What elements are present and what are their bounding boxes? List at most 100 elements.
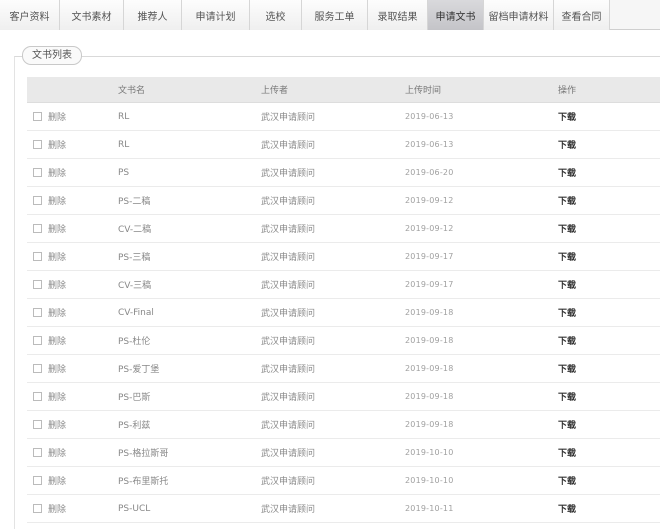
document-name: CV-三稿 <box>118 281 152 291</box>
upload-time: 2019-06-13 <box>405 112 454 121</box>
tab-6[interactable]: 录取结果 <box>368 0 428 30</box>
action-cell: 下载 <box>547 495 587 522</box>
download-link[interactable]: 下载 <box>558 166 576 179</box>
delete-cell: 删除 <box>33 327 103 354</box>
delete-cell: 删除 <box>33 439 103 466</box>
delete-button[interactable]: 删除 <box>48 194 66 207</box>
action-cell: 下载 <box>547 467 587 494</box>
row-checkbox[interactable] <box>33 420 42 429</box>
delete-button[interactable]: 删除 <box>48 418 66 431</box>
action-cell: 下载 <box>547 187 587 214</box>
row-checkbox[interactable] <box>33 336 42 345</box>
action-cell: 下载 <box>547 271 587 298</box>
download-link[interactable]: 下载 <box>558 110 576 123</box>
table-row: 删除 PS 武汉申请顾问 2019-06-20 下载 <box>27 159 660 187</box>
table-row: 删除 PS-巴斯 武汉申请顾问 2019-09-18 下载 <box>27 383 660 411</box>
table-body: 删除 RL 武汉申请顾问 2019-06-13 下载 删除 RL 武汉申请顾问 2019-06-… <box>27 103 660 529</box>
download-link[interactable]: 下载 <box>558 334 576 347</box>
row-checkbox[interactable] <box>33 392 42 401</box>
row-checkbox[interactable] <box>33 140 42 149</box>
download-link[interactable]: 下载 <box>558 502 576 515</box>
row-checkbox[interactable] <box>33 224 42 233</box>
action-cell: 下载 <box>547 131 587 158</box>
action-cell: 下载 <box>547 411 587 438</box>
delete-button[interactable]: 删除 <box>48 250 66 263</box>
uploader-name: 武汉申请顾问 <box>261 281 316 291</box>
download-link[interactable]: 下载 <box>558 446 576 459</box>
table-row: 删除 CV-三稿 武汉申请顾问 2019-09-17 下载 <box>27 271 660 299</box>
document-name: PS-爱丁堡 <box>118 365 160 375</box>
delete-button[interactable]: 删除 <box>48 166 66 179</box>
row-checkbox[interactable] <box>33 168 42 177</box>
row-checkbox[interactable] <box>33 252 42 261</box>
delete-cell: 删除 <box>33 383 103 410</box>
tab-0[interactable]: 客户资料 <box>0 0 60 30</box>
table-row: 删除 RL 武汉申请顾问 2019-06-13 下载 <box>27 131 660 159</box>
delete-cell: 删除 <box>33 187 103 214</box>
delete-button[interactable]: 删除 <box>48 306 66 319</box>
row-checkbox[interactable] <box>33 476 42 485</box>
table-row: 删除 PS-华威 武汉申请顾问 2019-10-13 下载 <box>27 523 660 529</box>
row-checkbox[interactable] <box>33 196 42 205</box>
uploader-name: 武汉申请顾问 <box>261 253 316 263</box>
download-link[interactable]: 下载 <box>558 390 576 403</box>
table-row: 删除 CV-Final 武汉申请顾问 2019-09-18 下载 <box>27 299 660 327</box>
tab-4[interactable]: 选校 <box>250 0 302 30</box>
download-link[interactable]: 下载 <box>558 278 576 291</box>
uploader-name: 武汉申请顾问 <box>261 523 391 529</box>
tab-7[interactable]: 申请文书 <box>428 0 484 30</box>
action-cell: 下载 <box>547 103 587 130</box>
tab-1[interactable]: 文书素材 <box>60 0 124 30</box>
download-link[interactable]: 下载 <box>558 474 576 487</box>
row-checkbox[interactable] <box>33 112 42 121</box>
delete-button[interactable]: 删除 <box>48 110 66 123</box>
delete-button[interactable]: 删除 <box>48 502 66 515</box>
delete-button[interactable]: 删除 <box>48 474 66 487</box>
delete-button[interactable]: 删除 <box>48 446 66 459</box>
download-link[interactable]: 下载 <box>558 138 576 151</box>
header-upload-time: 上传时间 <box>405 86 442 96</box>
tab-5[interactable]: 服务工单 <box>302 0 368 30</box>
download-link[interactable]: 下载 <box>558 222 576 235</box>
table-row: 删除 PS-二稿 武汉申请顾问 2019-09-12 下载 <box>27 187 660 215</box>
row-checkbox[interactable] <box>33 280 42 289</box>
row-checkbox[interactable] <box>33 504 42 513</box>
row-checkbox[interactable] <box>33 448 42 457</box>
uploader-name: 武汉申请顾问 <box>261 225 316 235</box>
delete-button[interactable]: 删除 <box>48 334 66 347</box>
delete-button[interactable]: 删除 <box>48 390 66 403</box>
tab-9[interactable]: 查看合同 <box>554 0 610 30</box>
uploader-name: 武汉申请顾问 <box>261 197 316 207</box>
delete-button[interactable]: 删除 <box>48 278 66 291</box>
delete-cell: 删除 <box>33 131 103 158</box>
row-checkbox[interactable] <box>33 364 42 373</box>
table-row: 删除 PS-布里斯托 武汉申请顾问 2019-10-10 下载 <box>27 467 660 495</box>
tab-2[interactable]: 推荐人 <box>124 0 182 30</box>
row-checkbox[interactable] <box>33 308 42 317</box>
upload-time: 2019-10-13 <box>405 523 515 529</box>
download-link[interactable]: 下载 <box>558 418 576 431</box>
document-name: PS-巴斯 <box>118 393 151 403</box>
uploader-name: 武汉申请顾问 <box>261 449 316 459</box>
document-name: PS-UCL <box>118 503 151 514</box>
table-row: 删除 PS-杜伦 武汉申请顾问 2019-09-18 下载 <box>27 327 660 355</box>
download-link[interactable]: 下载 <box>558 306 576 319</box>
upload-time: 2019-09-18 <box>405 364 454 373</box>
delete-button[interactable]: 删除 <box>48 362 66 375</box>
action-cell: 下载 <box>547 355 587 382</box>
download-link[interactable]: 下载 <box>558 362 576 375</box>
uploader-name: 武汉申请顾问 <box>261 337 316 347</box>
document-name: PS-华威 <box>118 523 248 529</box>
delete-cell: 删除 <box>33 243 103 270</box>
table-row: 删除 CV-二稿 武汉申请顾问 2019-09-12 下载 <box>27 215 660 243</box>
action-cell: 下载 <box>547 299 587 326</box>
header-select <box>33 77 103 102</box>
document-name: PS-三稿 <box>118 253 151 263</box>
download-link[interactable]: 下载 <box>558 194 576 207</box>
delete-button[interactable]: 删除 <box>48 222 66 235</box>
tab-8[interactable]: 留档申请材料 <box>484 0 554 30</box>
download-link[interactable]: 下载 <box>558 250 576 263</box>
delete-button[interactable]: 删除 <box>48 138 66 151</box>
tab-3[interactable]: 申请计划 <box>182 0 250 30</box>
application-documents-page: 客户资料 文书素材 推荐人 申请计划 选校 服务工单 录取结果 申请文书 留档申请材料 查看合同 … <box>0 0 660 529</box>
